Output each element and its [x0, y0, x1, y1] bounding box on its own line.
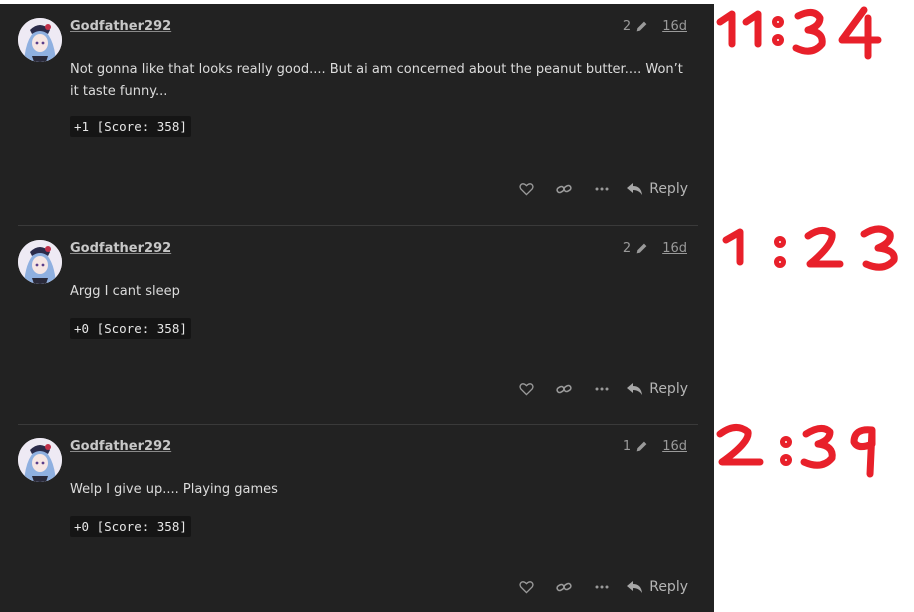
heart-icon [519, 581, 534, 594]
link-icon [556, 384, 572, 394]
post: Godfather292 2 16d Argg I cant sleep +0 … [0, 226, 714, 424]
link-icon [556, 184, 572, 194]
reply-button[interactable]: Reply [627, 181, 688, 197]
avatar[interactable] [18, 438, 62, 482]
reply-label: Reply [649, 579, 688, 595]
post-actions: Reply [507, 574, 688, 600]
handwritten-time-annotation [722, 225, 898, 271]
edit-count[interactable]: 1 [623, 439, 631, 454]
post-age-link[interactable]: 16d [662, 241, 687, 256]
score-badge: +0 [Score: 358] [70, 318, 191, 339]
heart-icon [519, 183, 534, 196]
score-badge: +0 [Score: 358] [70, 516, 191, 537]
reply-arrow-icon [627, 581, 643, 593]
avatar[interactable] [18, 18, 62, 62]
post: Godfather292 1 16d Welp I give up.... Pl… [0, 424, 714, 612]
heart-icon [519, 383, 534, 396]
post-body: Argg I cant sleep [70, 284, 180, 299]
post-actions: Reply [507, 376, 688, 402]
handwritten-time-annotation [716, 6, 882, 60]
more-options-button[interactable] [583, 176, 621, 202]
post-actions: Reply [507, 176, 688, 202]
score-badge: +1 [Score: 358] [70, 116, 191, 137]
post-age-link[interactable]: 16d [662, 439, 687, 454]
like-button[interactable] [507, 574, 545, 600]
pencil-icon[interactable] [635, 440, 648, 453]
more-options-button[interactable] [583, 574, 621, 600]
post-meta: 1 16d [623, 439, 687, 454]
post: Godfather292 2 16d Not gonna like that l… [0, 4, 714, 226]
like-button[interactable] [507, 176, 545, 202]
post-body: Welp I give up.... Playing games [70, 482, 278, 497]
reply-label: Reply [649, 381, 688, 397]
reply-arrow-icon [627, 383, 643, 395]
username-link[interactable]: Godfather292 [70, 241, 171, 256]
copy-link-button[interactable] [545, 176, 583, 202]
post-age-link[interactable]: 16d [662, 19, 687, 34]
reply-arrow-icon [627, 183, 643, 195]
copy-link-button[interactable] [545, 376, 583, 402]
edit-count[interactable]: 2 [623, 19, 631, 34]
post-body: Not gonna like that looks really good...… [70, 62, 683, 99]
reply-button[interactable]: Reply [627, 579, 688, 595]
edit-count[interactable]: 2 [623, 241, 631, 256]
pencil-icon[interactable] [635, 20, 648, 33]
reply-label: Reply [649, 181, 688, 197]
ellipsis-icon [595, 387, 609, 391]
like-button[interactable] [507, 376, 545, 402]
post-meta: 2 16d [623, 241, 687, 256]
post-meta: 2 16d [623, 19, 687, 34]
username-link[interactable]: Godfather292 [70, 19, 171, 34]
topic-post-stream: Godfather292 2 16d Not gonna like that l… [0, 4, 714, 612]
copy-link-button[interactable] [545, 574, 583, 600]
link-icon [556, 582, 572, 592]
reply-button[interactable]: Reply [627, 381, 688, 397]
pencil-icon[interactable] [635, 242, 648, 255]
ellipsis-icon [595, 187, 609, 191]
handwritten-time-annotation [716, 424, 876, 478]
username-link[interactable]: Godfather292 [70, 439, 171, 454]
avatar[interactable] [18, 240, 62, 284]
ellipsis-icon [595, 585, 609, 589]
more-options-button[interactable] [583, 376, 621, 402]
